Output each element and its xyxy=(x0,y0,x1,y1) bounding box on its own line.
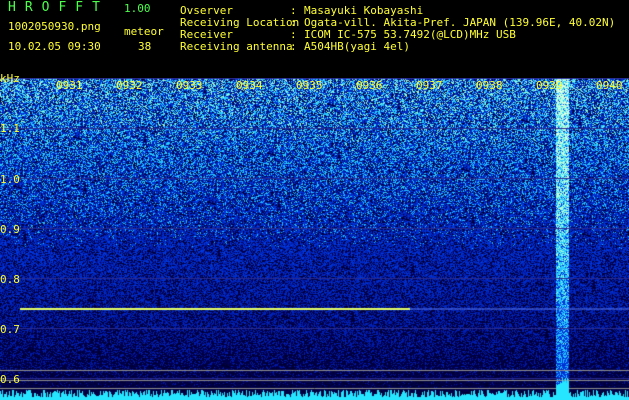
time-tick-label: 0933 xyxy=(176,79,203,92)
time-tick-label: 0934 xyxy=(236,79,263,92)
frequency-tick-label: 1.1 xyxy=(0,122,20,135)
antenna-label: Receiving antenna xyxy=(180,40,293,53)
date-time: 10.02.05 09:30 xyxy=(8,40,101,53)
time-tick-label: 0936 xyxy=(356,79,383,92)
frequency-tick-label: 0.9 xyxy=(0,223,20,236)
antenna-sep: : xyxy=(290,40,297,53)
meteor-count: 38 xyxy=(138,40,152,53)
antenna-value: A504HB(yagi 4el) xyxy=(304,40,410,53)
spectrogram-canvas xyxy=(0,78,629,400)
time-tick-label: 0937 xyxy=(416,79,443,92)
frequency-tick-label: 1.0 xyxy=(0,173,20,186)
frequency-tick-label: 0.7 xyxy=(0,323,20,336)
time-tick-label: 0938 xyxy=(476,79,503,92)
file-name: 1002050930.png xyxy=(8,20,101,33)
frequency-unit-label: kHz xyxy=(0,72,20,85)
hroft-window: HROFFT 1.00 1002050930.png meteor 10.02.… xyxy=(0,0,629,400)
time-tick-label: 0931 xyxy=(56,79,83,92)
header-panel: HROFFT 1.00 1002050930.png meteor 10.02.… xyxy=(0,0,629,78)
meteor-label: meteor xyxy=(124,25,164,38)
time-tick-label: 0939 xyxy=(536,79,563,92)
time-tick-label: 0935 xyxy=(296,79,323,92)
frequency-tick-label: 0.8 xyxy=(0,273,20,286)
frequency-tick-label: 0.6 xyxy=(0,373,20,386)
app-version: 1.00 xyxy=(124,2,151,15)
time-tick-label: 0940 xyxy=(596,79,623,92)
time-tick-label: 0932 xyxy=(116,79,143,92)
app-title: HROFFT xyxy=(8,0,109,15)
